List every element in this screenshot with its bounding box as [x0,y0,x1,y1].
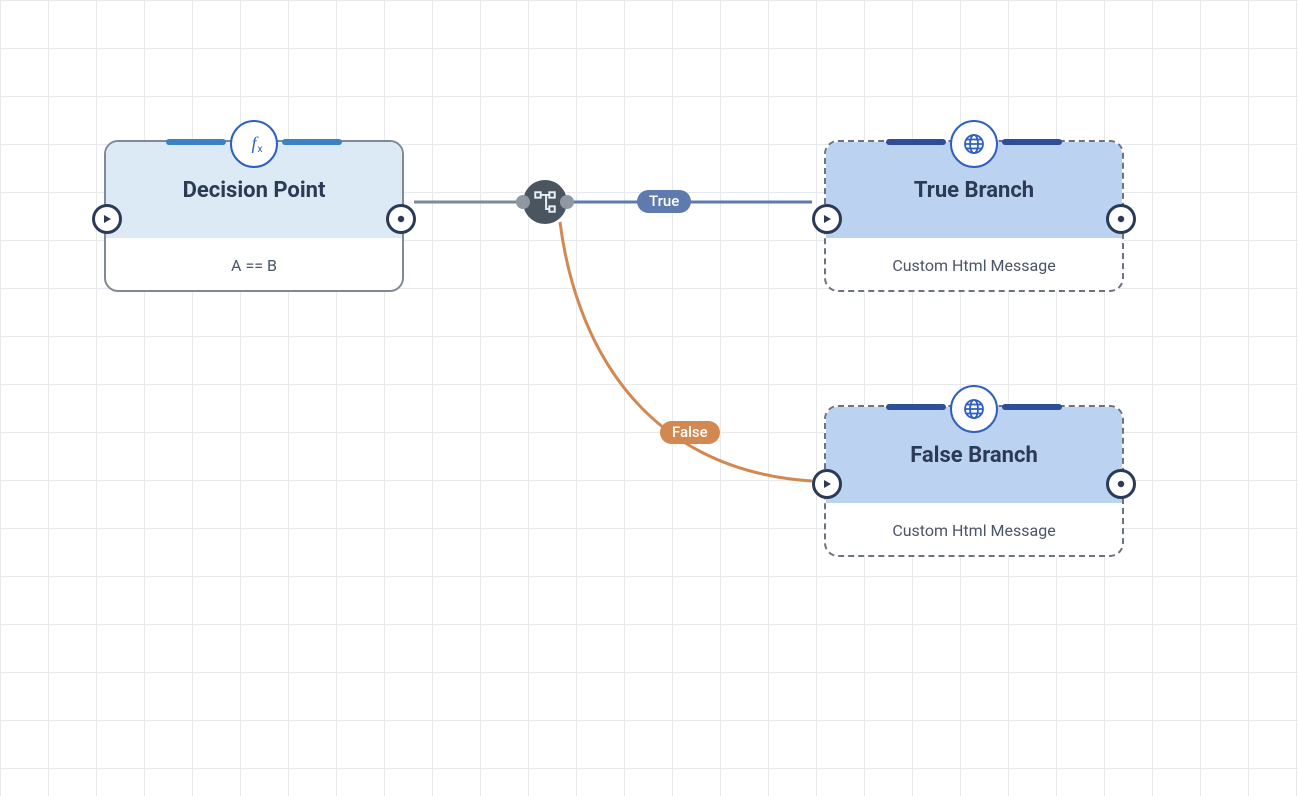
node-accent-bar [1002,404,1062,410]
port-out[interactable] [1106,469,1136,499]
node-title: Decision Point [183,178,326,203]
edges-layer [0,0,1298,796]
node-title: False Branch [910,443,1038,468]
node-subtitle: Custom Html Message [892,256,1055,275]
node-accent-bar [1002,139,1062,145]
flow-canvas[interactable]: fx Decision Point A == B [0,0,1298,796]
port-out[interactable] [1106,204,1136,234]
junction-port[interactable] [516,195,530,209]
port-in[interactable] [92,204,122,234]
edge-label-false[interactable]: False [660,421,720,444]
node-accent-bar [282,139,342,145]
port-in[interactable] [812,469,842,499]
node-decision[interactable]: fx Decision Point A == B [104,140,404,292]
node-accent-bar [886,139,946,145]
node-expression: A == B [231,256,277,275]
svg-text:x: x [258,144,263,155]
node-title: True Branch [914,178,1034,203]
port-in[interactable] [812,204,842,234]
fx-icon: fx [230,120,278,168]
port-out[interactable] [386,204,416,234]
globe-icon [950,120,998,168]
junction-node[interactable] [523,180,567,224]
node-subtitle: Custom Html Message [892,521,1055,540]
edge-label-true[interactable]: True [637,190,691,213]
node-accent-bar [886,404,946,410]
node-true-branch[interactable]: True Branch Custom Html Message [824,140,1124,292]
node-accent-bar [166,139,226,145]
globe-icon [950,385,998,433]
junction-port[interactable] [560,195,574,209]
branch-icon [532,189,558,215]
node-false-branch[interactable]: False Branch Custom Html Message [824,405,1124,557]
